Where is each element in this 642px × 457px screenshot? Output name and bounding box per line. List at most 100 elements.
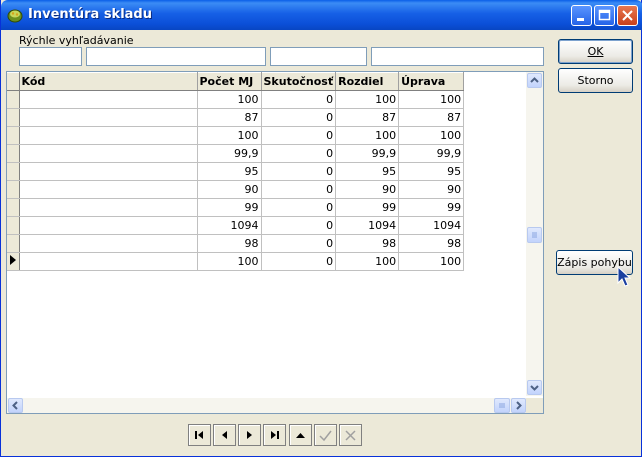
vertical-scroll-thumb[interactable] [527, 227, 542, 243]
scroll-down-button[interactable] [527, 380, 542, 395]
cell-actual[interactable]: 0 [261, 90, 337, 109]
nav-last-button[interactable] [263, 424, 286, 446]
cell-adjustment[interactable]: 99 [398, 198, 465, 217]
nav-insert-button[interactable] [289, 424, 312, 446]
cell-code[interactable] [19, 252, 198, 271]
cancel-button[interactable]: Storno [558, 68, 633, 93]
cell-actual[interactable]: 0 [261, 252, 337, 271]
cell-actual[interactable]: 0 [261, 126, 337, 145]
table-row[interactable]: 99,9 0 99,9 99,9 [7, 144, 465, 163]
cell-difference[interactable]: 1094 [335, 216, 400, 235]
cell-adjustment[interactable]: 99,9 [398, 144, 465, 163]
table-row[interactable]: 100 0 100 100 [7, 90, 465, 109]
cell-code[interactable] [19, 198, 198, 217]
cell-difference[interactable]: 100 [335, 90, 400, 109]
cell-adjustment[interactable]: 95 [398, 162, 465, 181]
nav-cancel-button[interactable] [339, 424, 362, 446]
cell-difference[interactable]: 99,9 [335, 144, 400, 163]
nav-first-button[interactable] [188, 424, 211, 446]
cell-code[interactable] [19, 180, 198, 199]
column-header-code[interactable]: Kód [19, 72, 198, 91]
search-input-name[interactable] [86, 47, 266, 66]
cell-count[interactable]: 100 [197, 90, 262, 109]
cell-adjustment[interactable]: 1094 [398, 216, 465, 235]
search-input-4[interactable] [371, 47, 544, 66]
row-indicator[interactable] [7, 180, 20, 199]
cell-difference[interactable]: 95 [335, 162, 400, 181]
cell-count[interactable]: 100 [197, 126, 262, 145]
cell-count[interactable]: 1094 [197, 216, 262, 235]
row-indicator[interactable] [7, 234, 20, 253]
cell-difference[interactable]: 100 [335, 252, 400, 271]
table-row[interactable]: 95 0 95 95 [7, 162, 465, 181]
table-row[interactable]: 98 0 98 98 [7, 234, 465, 253]
scroll-right-button[interactable] [511, 398, 526, 413]
nav-prior-button[interactable] [213, 424, 236, 446]
cell-adjustment[interactable]: 100 [398, 90, 465, 109]
nav-post-button[interactable] [314, 424, 337, 446]
scroll-left-button[interactable] [8, 398, 23, 413]
cell-difference[interactable]: 100 [335, 126, 400, 145]
row-indicator[interactable] [7, 198, 20, 217]
row-indicator[interactable] [7, 252, 20, 271]
cell-adjustment[interactable]: 87 [398, 108, 465, 127]
table-row[interactable]: 99 0 99 99 [7, 198, 465, 217]
column-header-adjustment[interactable]: Úprava [398, 72, 465, 91]
cell-actual[interactable]: 0 [261, 144, 337, 163]
column-header-count[interactable]: Počet MJ [197, 72, 262, 91]
cell-actual[interactable]: 0 [261, 180, 337, 199]
cell-adjustment[interactable]: 98 [398, 234, 465, 253]
table-row[interactable]: 100 0 100 100 [7, 126, 465, 145]
ok-button[interactable]: OK [558, 39, 633, 64]
horizontal-scrollbar[interactable] [7, 398, 526, 413]
cell-code[interactable] [19, 234, 198, 253]
nav-next-button[interactable] [238, 424, 261, 446]
cell-code[interactable] [19, 216, 198, 235]
data-grid[interactable]: Kód Počet MJ Skutočnosť Rozdiel Úprava 1… [6, 71, 544, 414]
table-row[interactable]: 1094 0 1094 1094 [7, 216, 465, 235]
cell-code[interactable] [19, 162, 198, 181]
cell-actual[interactable]: 0 [261, 198, 337, 217]
cell-code[interactable] [19, 144, 198, 163]
cell-difference[interactable]: 87 [335, 108, 400, 127]
table-row[interactable]: 100 0 100 100 [7, 252, 465, 271]
horizontal-scroll-thumb[interactable] [494, 398, 510, 413]
cell-count[interactable]: 98 [197, 234, 262, 253]
cell-adjustment[interactable]: 100 [398, 126, 465, 145]
table-row[interactable]: 87 0 87 87 [7, 108, 465, 127]
cell-count[interactable]: 99 [197, 198, 262, 217]
cell-difference[interactable]: 99 [335, 198, 400, 217]
cell-code[interactable] [19, 108, 198, 127]
maximize-button[interactable] [594, 5, 615, 26]
cell-count[interactable]: 95 [197, 162, 262, 181]
row-indicator[interactable] [7, 144, 20, 163]
cell-difference[interactable]: 90 [335, 180, 400, 199]
scroll-up-button[interactable] [527, 73, 542, 88]
cell-code[interactable] [19, 90, 198, 109]
cell-code[interactable] [19, 126, 198, 145]
cell-count[interactable]: 87 [197, 108, 262, 127]
column-header-difference[interactable]: Rozdiel [335, 72, 400, 91]
cell-actual[interactable]: 0 [261, 162, 337, 181]
cell-adjustment[interactable]: 90 [398, 180, 465, 199]
cell-adjustment[interactable]: 100 [398, 252, 465, 271]
table-row[interactable]: 90 0 90 90 [7, 180, 465, 199]
cell-count[interactable]: 99,9 [197, 144, 262, 163]
search-input-code[interactable] [19, 47, 82, 66]
vertical-scrollbar[interactable] [526, 72, 543, 396]
title-bar[interactable]: Inventúra skladu [1, 0, 642, 30]
row-indicator[interactable] [7, 126, 20, 145]
row-indicator[interactable] [7, 162, 20, 181]
cell-actual[interactable]: 0 [261, 216, 337, 235]
close-button[interactable] [617, 5, 638, 26]
column-header-actual[interactable]: Skutočnosť [261, 72, 337, 91]
row-indicator[interactable] [7, 216, 20, 235]
cell-count[interactable]: 100 [197, 252, 262, 271]
search-input-3[interactable] [270, 47, 367, 66]
cell-actual[interactable]: 0 [261, 108, 337, 127]
row-indicator[interactable] [7, 108, 20, 127]
minimize-button[interactable] [571, 5, 592, 26]
cell-difference[interactable]: 98 [335, 234, 400, 253]
cell-actual[interactable]: 0 [261, 234, 337, 253]
row-indicator[interactable] [7, 90, 20, 109]
